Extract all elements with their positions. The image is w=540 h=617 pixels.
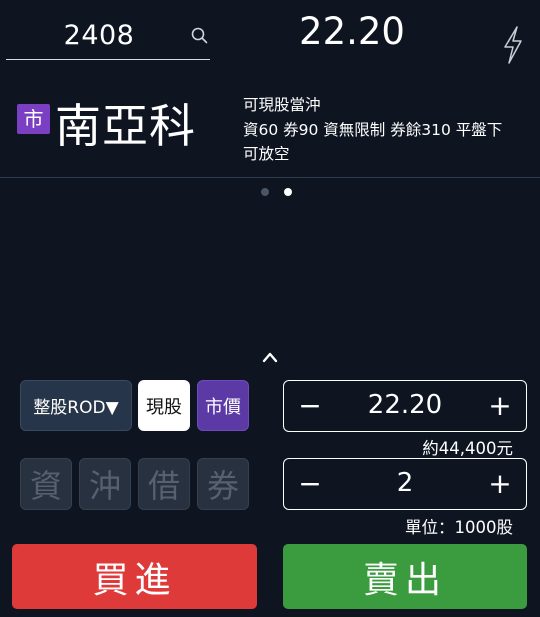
price-input[interactable]: 22.20 bbox=[332, 381, 478, 430]
buy-button[interactable]: 買進 bbox=[12, 544, 257, 609]
margin-purchase-button[interactable]: 資 bbox=[20, 458, 72, 510]
price-decrement-button[interactable]: − bbox=[286, 381, 334, 430]
quantity-decrement-button[interactable]: − bbox=[286, 459, 334, 508]
stock-name: 南亞科 bbox=[55, 99, 196, 153]
sell-button[interactable]: 賣出 bbox=[283, 544, 527, 609]
lightning-icon[interactable] bbox=[500, 25, 526, 65]
cash-trade-button[interactable]: 現股 bbox=[138, 380, 190, 431]
day-trade-button[interactable]: 沖 bbox=[79, 458, 131, 510]
trading-info-line: 可現股當沖 bbox=[243, 96, 321, 114]
chevron-up-icon[interactable] bbox=[261, 350, 279, 364]
quantity-increment-button[interactable]: + bbox=[476, 459, 524, 508]
estimated-amount: 約44,400元 bbox=[422, 439, 513, 458]
current-price: 22.20 bbox=[299, 10, 405, 53]
order-type-dropdown[interactable]: 整股ROD▼ bbox=[20, 380, 132, 431]
quantity-input[interactable]: 2 bbox=[332, 459, 478, 508]
short-sale-button[interactable]: 券 bbox=[197, 458, 249, 510]
borrow-button[interactable]: 借 bbox=[138, 458, 190, 510]
quantity-stepper: − 2 + bbox=[283, 458, 527, 510]
divider bbox=[0, 177, 540, 178]
symbol-search-field[interactable]: 2408 bbox=[6, 12, 210, 60]
trading-info-line: 可放空 bbox=[243, 145, 290, 163]
market-price-button[interactable]: 市價 bbox=[197, 380, 249, 431]
price-increment-button[interactable]: + bbox=[476, 381, 524, 430]
price-stepper: − 22.20 + bbox=[283, 380, 527, 432]
market-badge: 市 bbox=[17, 104, 50, 134]
page-indicator-dot[interactable] bbox=[261, 188, 269, 196]
stock-trading-info: 可現股當沖 資60 券90 資無限制 券餘310 平盤下 可放空 bbox=[243, 93, 533, 167]
page-indicator-dot-active[interactable] bbox=[284, 188, 292, 196]
symbol-value[interactable]: 2408 bbox=[6, 20, 192, 51]
trading-info-line: 資60 券90 資無限制 券餘310 平盤下 bbox=[243, 120, 503, 139]
search-icon[interactable] bbox=[190, 26, 210, 46]
unit-label: 單位：1000股 bbox=[405, 518, 513, 537]
